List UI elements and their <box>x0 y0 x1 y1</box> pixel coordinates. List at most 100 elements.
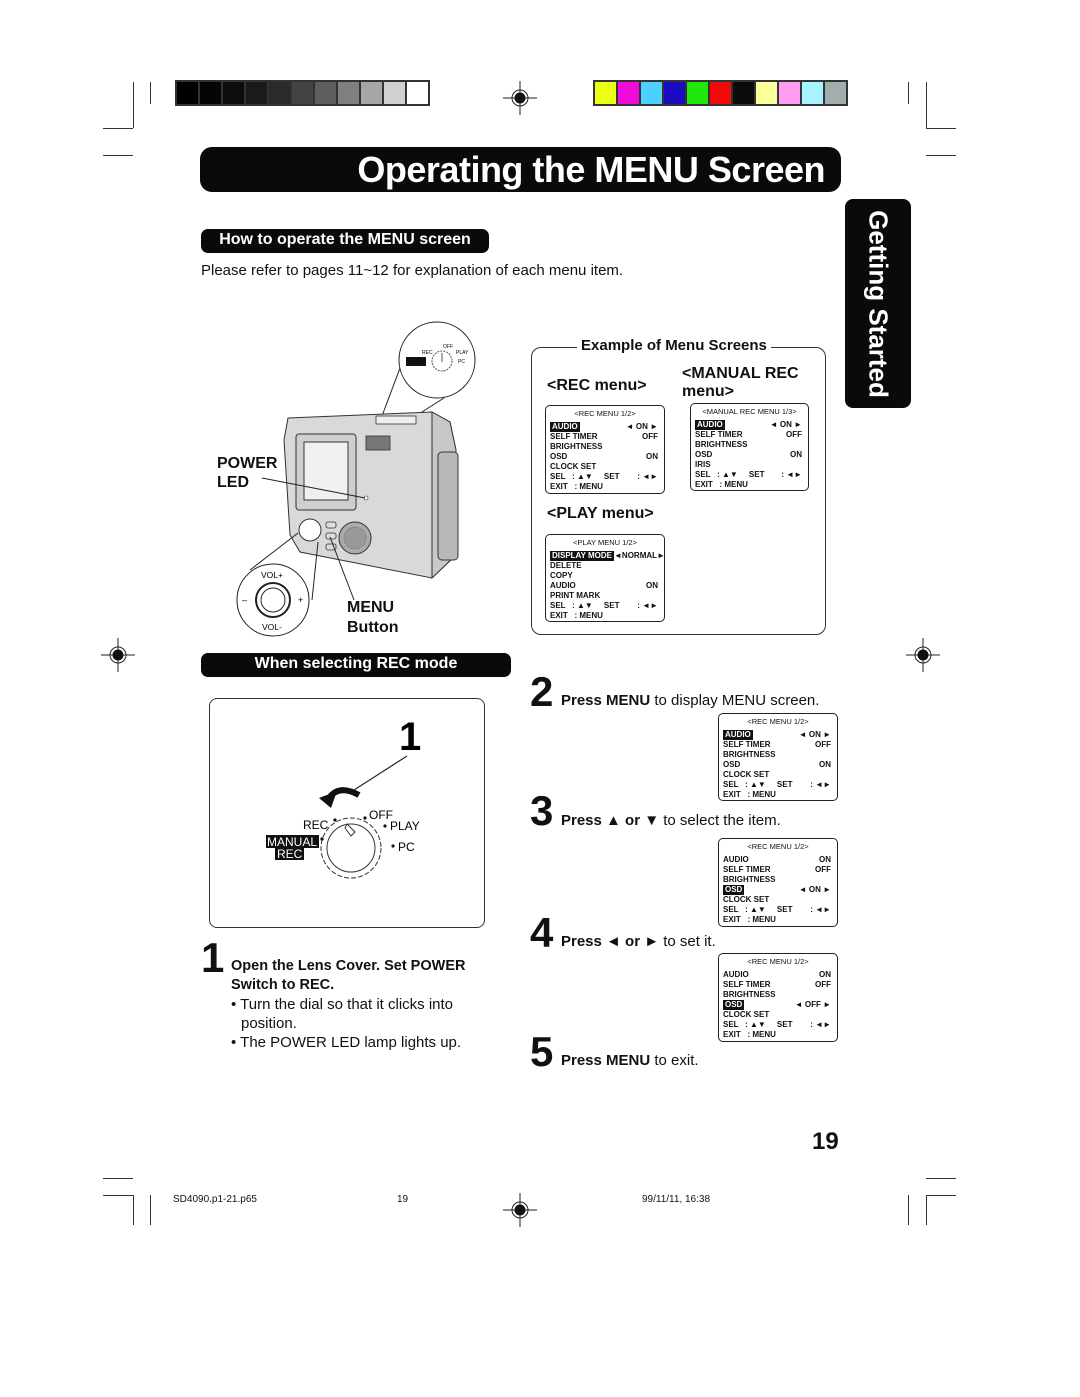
manual-rec-heading-line1: <MANUAL REC <box>682 365 799 382</box>
menu-item-value: : ◄► <box>781 470 802 479</box>
vol-minus-label: VOL- <box>262 622 282 632</box>
menu-screen-row: AUDIO ON <box>550 581 660 591</box>
color-swatch <box>802 82 823 104</box>
menu-item-label: SELF TIMER <box>723 740 771 749</box>
menu-item-value: ON <box>646 581 658 590</box>
color-swatch <box>756 82 777 104</box>
menu-item-label: BRIGHTNESS <box>695 440 748 449</box>
grayscale-swatch <box>407 82 428 104</box>
dial-play-label: PLAY <box>390 819 420 833</box>
menu-item-label: BRIGHTNESS <box>550 442 603 451</box>
color-swatch <box>733 82 754 104</box>
menu-item-value: ON <box>819 760 831 769</box>
mode-dial-illustration: 1 REC OFF PLAY PC MANUAL REC <box>266 715 421 879</box>
side-tab: Getting Started <box>845 199 911 408</box>
footer-file: SD4090.p1-21.p65 <box>173 1194 257 1205</box>
menu-screen-row: SEL : ▲▼ SET: ◄► <box>723 780 833 790</box>
menu-item-label: OSD <box>723 760 741 769</box>
menu-screen-title: <REC MENU 1/2> <box>747 717 809 726</box>
menu-screen-row: OSD ◄ OFF ► <box>723 1000 833 1010</box>
minus-label: – <box>242 595 247 605</box>
menu-item-label: OSD <box>550 452 568 461</box>
menu-item-label: SEL : ▲▼ SET <box>550 472 620 481</box>
menu-screen-row: SEL : ▲▼ SET: ◄► <box>723 1020 833 1030</box>
dial-manual-rec-label: REC <box>277 847 303 861</box>
menu-screen-row: OSD ON <box>723 760 833 770</box>
play-menu-screen: <PLAY MENU 1/2> DISPLAY MODE ◄NORMAL► DELET… <box>545 534 665 622</box>
step-4-bold: Press ◄ or ► <box>561 933 660 950</box>
dial-pc-label: PC <box>398 840 415 854</box>
menu-screen-row: SEL : ▲▼ SET: ◄► <box>550 601 660 611</box>
step-5-number: 5 <box>530 1028 554 1075</box>
menu-item-label: SEL : ▲▼ SET <box>723 1020 793 1029</box>
step-4-menu-screen: <REC MENU 1/2> AUDIO ON SELF TIMER OFF BRIGHT… <box>718 953 838 1042</box>
manual-rec-heading-line2: menu> <box>682 383 735 400</box>
inset-pc-label: PC <box>458 359 465 365</box>
example-legend: Example of Menu Screens <box>577 337 771 354</box>
menu-item-label: BRIGHTNESS <box>723 750 776 759</box>
menu-item-label: DELETE <box>550 561 582 570</box>
step-2-menu-screen: <REC MENU 1/2> AUDIO ◄ ON ► SELF TIMER OFF BR… <box>718 713 838 801</box>
menu-item-label: AUDIO <box>550 581 576 590</box>
page-title: Operating the MENU Screen <box>357 149 825 190</box>
menu-screen-row: EXIT : MENU <box>550 611 660 621</box>
menu-item-value: ON <box>819 855 831 864</box>
menu-screen-row: SELF TIMER OFF <box>550 432 660 442</box>
step-2-number: 2 <box>530 668 554 715</box>
menu-item-label: OSD <box>723 1000 745 1010</box>
power-led-label-line2: LED <box>217 474 249 491</box>
inset-off-label: OFF <box>443 344 453 350</box>
menu-item-label: SELF TIMER <box>550 432 598 441</box>
menu-screen-row: SELF TIMER OFF <box>695 430 804 440</box>
color-calibration-bar <box>593 80 848 106</box>
menu-screen-row: AUDIO ◄ ON ► <box>723 730 833 740</box>
menu-screen-row: EXIT : MENU <box>723 790 833 800</box>
volume-pad-inset: VOL+ VOL- – + <box>236 563 310 637</box>
menu-screen-row: AUDIO ON <box>723 970 833 980</box>
color-swatch <box>710 82 731 104</box>
step-3-number: 3 <box>530 787 554 834</box>
step-1-body: Open the Lens Cover. Set POWER Switch to… <box>231 957 501 1052</box>
step-1-bullet: • Turn the dial so that it clicks into p… <box>231 996 454 1032</box>
menu-item-label: OSD <box>695 450 713 459</box>
menu-item-value: ◄ ON ► <box>625 422 658 431</box>
power-switch-inset: REC OFF PLAY PC <box>381 321 476 418</box>
menu-item-label: BRIGHTNESS <box>723 875 776 884</box>
menu-screen-row: CLOCK SET <box>723 770 833 780</box>
step-2-bold: Press MENU <box>561 692 651 709</box>
menu-screen-row: SELF TIMER OFF <box>723 740 833 750</box>
menu-screen-row: OSD ◄ ON ► <box>723 885 833 895</box>
menu-item-value: OFF <box>815 740 831 749</box>
menu-screen-row: AUDIO ◄ ON ► <box>695 420 804 430</box>
grayscale-swatch <box>246 82 267 104</box>
menu-screen-row: OSD ON <box>550 452 660 462</box>
step-1-number: 1 <box>201 934 225 981</box>
menu-item-label: SELF TIMER <box>723 980 771 989</box>
menu-item-label: SEL : ▲▼ SET <box>550 601 620 610</box>
inset-rec-label: REC <box>422 350 433 356</box>
section-heading-rec: When selecting REC mode <box>201 653 511 677</box>
menu-item-value: : ◄► <box>637 472 658 481</box>
menu-item-label: OSD <box>723 885 745 895</box>
menu-screen-row: EXIT : MENU <box>723 1030 833 1040</box>
menu-item-label: SELF TIMER <box>723 865 771 874</box>
menu-item-label: EXIT : MENU <box>550 482 603 491</box>
menu-screen-row: SEL : ▲▼ SET: ◄► <box>695 470 804 480</box>
section-heading-text: When selecting REC mode <box>254 655 458 672</box>
inset-play-label: PLAY <box>456 350 469 356</box>
menu-screen-row: BRIGHTNESS <box>723 990 833 1000</box>
menu-item-label: COPY <box>550 571 573 580</box>
menu-screen-row: PRINT MARK <box>550 591 660 601</box>
menu-item-label: EXIT : MENU <box>723 1030 776 1039</box>
menu-item-label: EXIT : MENU <box>550 611 603 620</box>
menu-screen-row: BRIGHTNESS <box>550 442 660 452</box>
menu-screen-row: CLOCK SET <box>723 895 833 905</box>
menu-screen-row: COPY <box>550 571 660 581</box>
step-5-rest: to exit. <box>650 1052 699 1069</box>
page-number: 19 <box>812 1128 839 1155</box>
bullet-text: The POWER LED lamp lights up. <box>240 1034 462 1051</box>
menu-item-value: : ◄► <box>810 905 831 914</box>
grayscale-swatch <box>200 82 221 104</box>
step-2-text: Press MENU to display MENU screen. <box>561 692 819 709</box>
grayscale-swatch <box>177 82 198 104</box>
